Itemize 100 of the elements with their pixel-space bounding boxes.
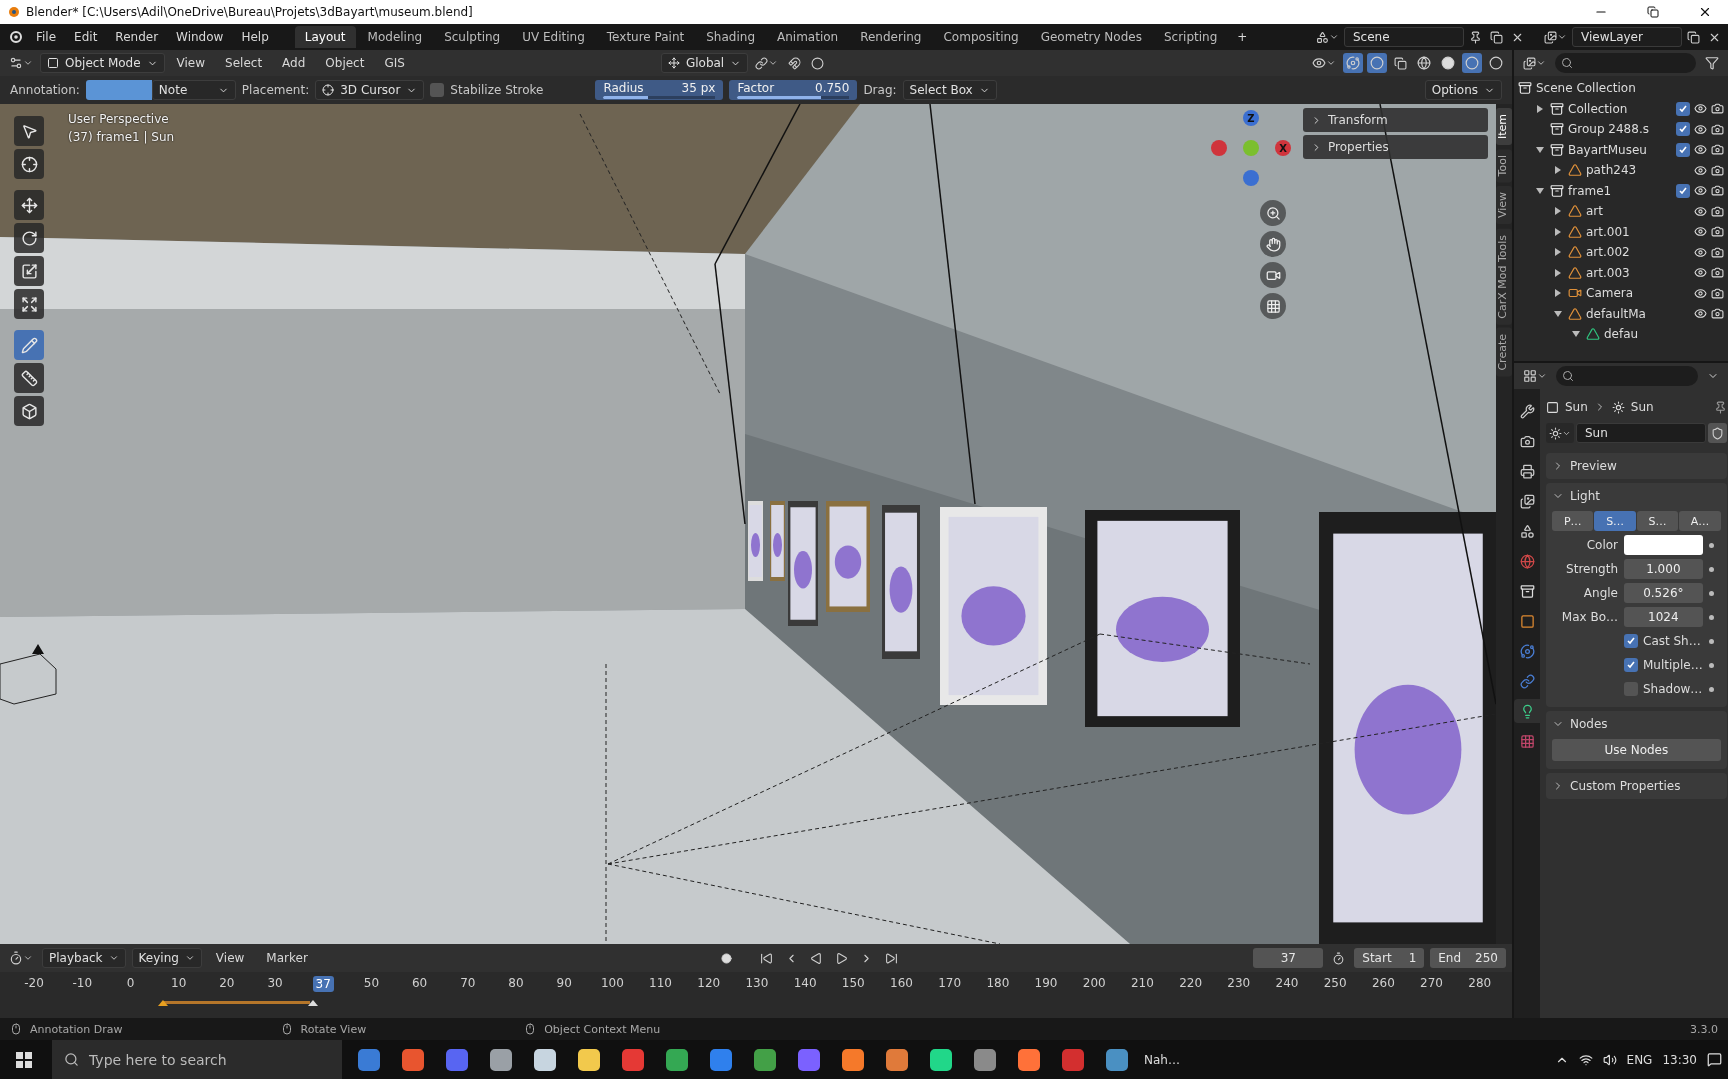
number-field[interactable]: 1024 (1624, 607, 1703, 627)
outliner-item-name[interactable]: Group 2488.s (1568, 122, 1672, 137)
factor-slider[interactable]: Factor 0.750 (729, 80, 858, 100)
menu-dropdown[interactable]: Playback (42, 948, 126, 968)
workspace-tab[interactable]: Scripting (1153, 26, 1228, 48)
frame-tick: 10 (171, 976, 187, 990)
menu-item[interactable]: Edit (66, 27, 106, 47)
outliner-item-name[interactable]: path243 (1586, 163, 1690, 178)
panel-title[interactable]: Nodes (1570, 717, 1721, 731)
add-workspace-button[interactable]: + (1229, 27, 1256, 47)
outliner-item-name[interactable]: defaultMa (1586, 306, 1690, 321)
current-frame-field[interactable]: 37 (1253, 948, 1324, 968)
menu-item[interactable]: Render (107, 27, 167, 47)
mode-dropdown[interactable]: Object Mode (40, 53, 165, 73)
frame-tick: 150 (841, 976, 865, 990)
end-frame-field[interactable]: End 250 (1430, 948, 1506, 968)
sidebar-panel[interactable]: Properties (1303, 135, 1488, 159)
workspace-tab[interactable]: Sculpting (434, 26, 511, 48)
menu-item[interactable]: Window (168, 27, 232, 47)
breadcrumb-item: Sun (1630, 400, 1654, 414)
sidebar-panel[interactable]: Transform (1303, 108, 1488, 132)
workspace-tab[interactable]: Shading (696, 26, 765, 48)
orientation-dropdown[interactable]: Global (660, 53, 749, 73)
sidebar-tab[interactable]: CarX Mod Tools (1496, 228, 1512, 325)
menu-item[interactable]: Select (217, 53, 271, 73)
frame-tick: 240 (1275, 976, 1299, 990)
frame-tick: 60 (411, 976, 428, 990)
sidebar-tab[interactable]: View (1496, 186, 1512, 225)
number-field[interactable]: 0.526° (1624, 583, 1703, 603)
frame-tick: 200 (1082, 976, 1106, 990)
menu-item[interactable]: File (28, 27, 65, 47)
light-type-button[interactable]: S… (1636, 511, 1679, 531)
field-label: Angle (1582, 586, 1618, 600)
menu-item[interactable]: GIS (376, 53, 413, 73)
menu-item[interactable]: Add (274, 53, 314, 73)
workspace-tab[interactable]: Geometry Nodes (1030, 26, 1152, 48)
sidebar-tab[interactable]: Create (1496, 328, 1512, 377)
frame-tick: 170 (938, 976, 962, 990)
light-name-field[interactable]: Sun (1576, 423, 1706, 443)
outliner-item-name[interactable]: frame1 (1568, 183, 1672, 198)
frame-tick: 90 (556, 976, 572, 990)
panel-title[interactable]: Light (1570, 489, 1721, 503)
frame-tick: 100 (600, 976, 624, 990)
menu-item[interactable]: Marker (258, 948, 316, 968)
field-label: Strength (1565, 562, 1618, 576)
language-indicator[interactable]: ENG (1626, 1052, 1653, 1067)
view-layer-field[interactable]: ViewLayer (1572, 27, 1682, 47)
layer-dropdown[interactable]: Note (151, 80, 236, 100)
workspace-tab[interactable]: Compositing (933, 26, 1029, 48)
frame-tick: 30 (267, 976, 283, 990)
radius-slider[interactable]: Radius 35 px (595, 80, 724, 100)
workspace-tab[interactable]: Texture Paint (596, 26, 695, 48)
annotation-label: Annotation: (10, 83, 80, 97)
number-field[interactable]: 1.000 (1624, 559, 1703, 579)
options-dropdown[interactable]: Options (1424, 80, 1502, 100)
taskbar-search-field[interactable]: Type here to search (52, 1040, 342, 1079)
playhead-frame[interactable]: 37 (312, 976, 334, 992)
menu-dropdown[interactable]: Keying (131, 948, 202, 968)
menu-item[interactable]: View (168, 53, 214, 73)
tray-label[interactable]: Nah… (1144, 1052, 1180, 1067)
menu-item[interactable]: Help (233, 27, 277, 47)
sidebar-tab[interactable]: Tool (1496, 149, 1512, 183)
frame-tick: 110 (649, 976, 672, 990)
status-hint: Rotate View (300, 1022, 367, 1036)
use-nodes-button[interactable]: Use Nodes (1552, 739, 1721, 761)
panel-title[interactable]: Custom Properties (1570, 779, 1721, 793)
frame-tick: 140 (793, 976, 817, 990)
sidebar-tab[interactable]: Item (1496, 108, 1512, 146)
outliner-item-name[interactable]: art (1586, 204, 1690, 219)
window-title: Blender* [C:\Users\Adil\OneDrive\Bureau\Projets\3dBayart\museum.blend] (26, 5, 474, 19)
workspace-tab[interactable]: Rendering (850, 26, 932, 48)
start-frame-field[interactable]: Start 1 (1354, 948, 1425, 968)
workspace-tab[interactable]: Modeling (357, 26, 433, 48)
placement-dropdown[interactable]: 3D Cursor (315, 80, 425, 100)
outliner-item-name[interactable]: BayartMuseu (1568, 142, 1672, 157)
panel-title: Transform (1328, 113, 1388, 127)
scene-field[interactable]: Scene (1344, 27, 1464, 47)
outliner-item-name[interactable]: art.002 (1586, 245, 1690, 260)
checkbox-label: Multiple… (1643, 658, 1703, 672)
menu-item[interactable]: View (207, 948, 253, 968)
view-name: User Perspective (68, 111, 170, 128)
outliner-item-name[interactable]: Collection (1568, 101, 1672, 116)
outliner-item-name[interactable]: art.003 (1586, 265, 1690, 280)
panel-title[interactable]: Preview (1570, 459, 1721, 473)
drag-dropdown[interactable]: Select Box (902, 80, 997, 100)
clock[interactable]: 13:30 (1662, 1052, 1697, 1067)
workspace-tab[interactable]: Layout (294, 26, 356, 48)
light-type-button[interactable]: A… (1679, 511, 1721, 531)
light-type-button[interactable]: P… (1552, 511, 1594, 531)
field-label: Color (1585, 538, 1618, 552)
frame-tick: 220 (1179, 976, 1203, 990)
scene-collection-label[interactable]: Scene Collection (1536, 81, 1724, 96)
menu-item[interactable]: Object (317, 53, 373, 73)
outliner-item-name[interactable]: Camera (1586, 286, 1690, 301)
light-type-button[interactable]: S… (1594, 511, 1636, 531)
outliner-item-name[interactable]: art.001 (1586, 224, 1690, 239)
stabilize-label: Stabilize Stroke (450, 83, 544, 97)
workspace-tab[interactable]: Animation (767, 26, 849, 48)
outliner-item-name[interactable]: defau (1604, 327, 1724, 342)
workspace-tab[interactable]: UV Editing (512, 26, 595, 48)
